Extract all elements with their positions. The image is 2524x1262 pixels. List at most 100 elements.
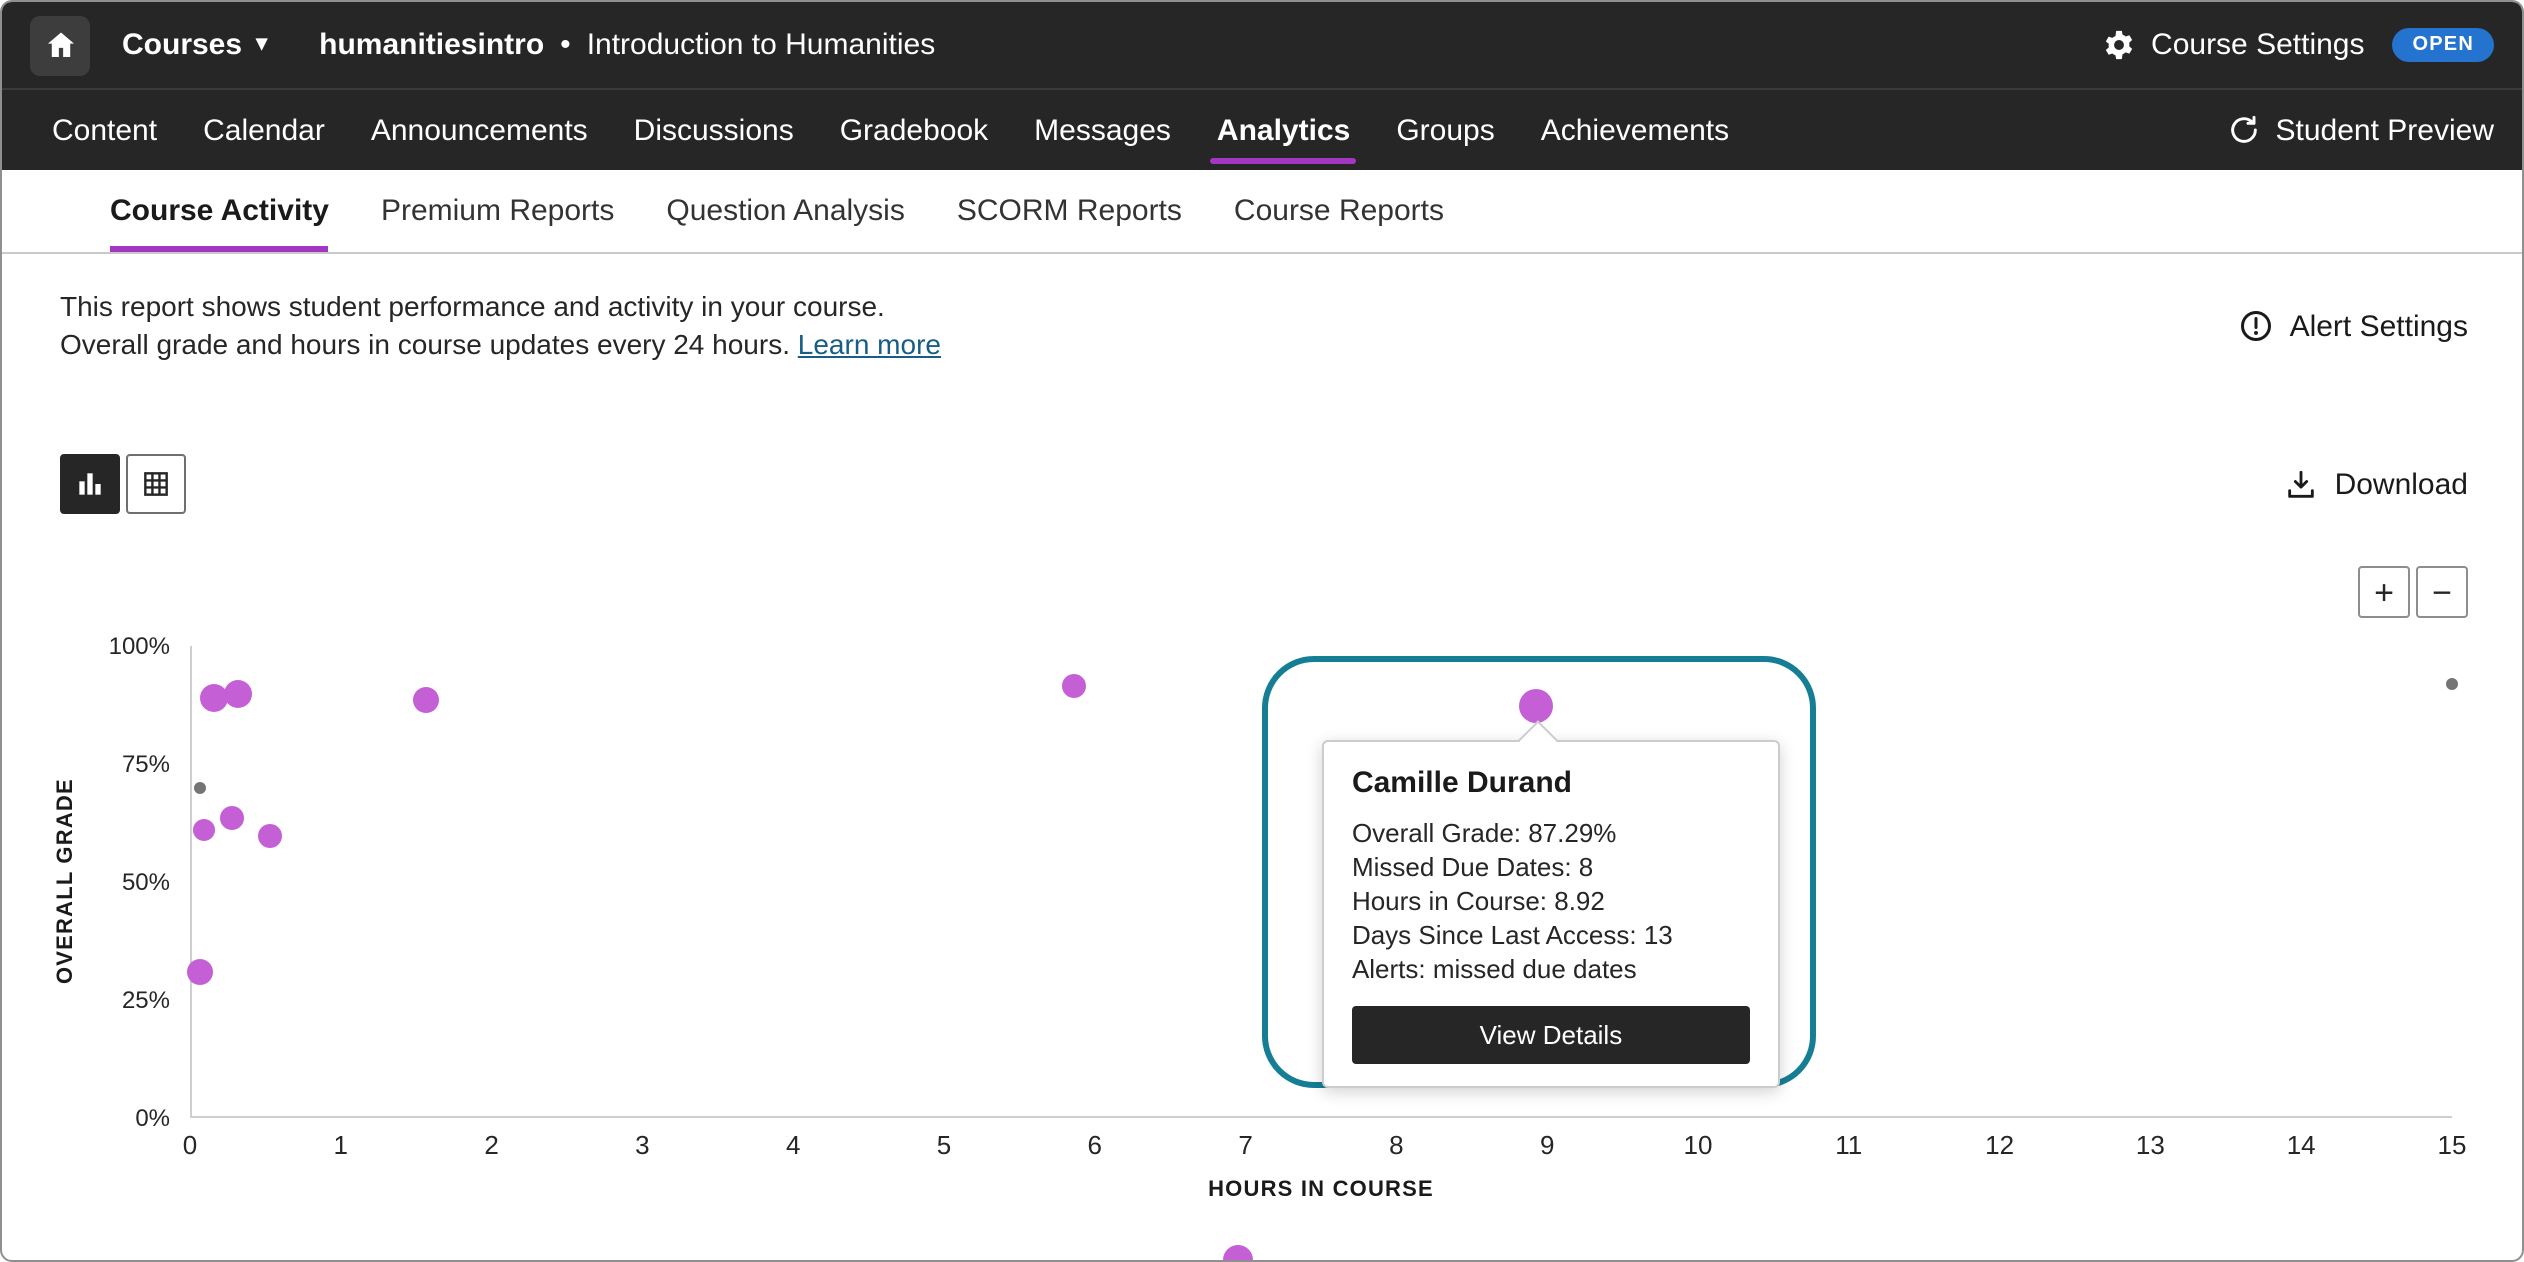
scatter-point[interactable] bbox=[258, 824, 282, 848]
y-tick-label: 25% bbox=[122, 986, 170, 1014]
home-icon bbox=[43, 28, 77, 62]
course-name: Introduction to Humanities bbox=[587, 28, 936, 62]
x-tick-label: 8 bbox=[1389, 1130, 1403, 1160]
scatter-point[interactable] bbox=[223, 679, 251, 707]
y-tick-label: 75% bbox=[122, 750, 170, 778]
chart-view-button[interactable] bbox=[60, 454, 120, 514]
scatter-point[interactable] bbox=[413, 687, 439, 713]
student-tooltip: Camille Durand Overall Grade: 87.29% Mis… bbox=[1322, 740, 1780, 1088]
nav-tabs: Content Calendar Announcements Discussio… bbox=[52, 90, 1729, 170]
x-tick-label: 5 bbox=[937, 1130, 951, 1160]
report-tabs: Course Activity Premium Reports Question… bbox=[2, 170, 2522, 254]
y-tick-label: 50% bbox=[122, 868, 170, 896]
tab-achievements[interactable]: Achievements bbox=[1541, 90, 1729, 170]
course-settings-button[interactable]: Course Settings bbox=[2101, 28, 2364, 62]
alert-settings-button[interactable]: Alert Settings bbox=[2238, 308, 2468, 344]
scatter-point[interactable] bbox=[194, 781, 206, 793]
tooltip-line-days-since-last-access: Days Since Last Access: 13 bbox=[1352, 918, 1750, 952]
breadcrumb-separator: • bbox=[560, 28, 571, 62]
plot-area: Camille Durand Overall Grade: 87.29% Mis… bbox=[190, 646, 2452, 1118]
description-line1: This report shows student performance an… bbox=[60, 288, 941, 326]
download-button[interactable]: Download bbox=[2285, 467, 2468, 501]
x-tick-label: 1 bbox=[334, 1130, 348, 1160]
x-tick-label: 4 bbox=[786, 1130, 800, 1160]
report-description: This report shows student performance an… bbox=[60, 288, 941, 364]
x-tick-label: 6 bbox=[1088, 1130, 1102, 1160]
tab-calendar[interactable]: Calendar bbox=[203, 90, 325, 170]
description-row: This report shows student performance an… bbox=[2, 254, 2522, 364]
scatter-point[interactable] bbox=[187, 960, 213, 986]
x-axis-ticks: 0123456789101112131415 bbox=[190, 1130, 2452, 1162]
download-icon bbox=[2285, 467, 2319, 501]
tooltip-line-overall-grade: Overall Grade: 87.29% bbox=[1352, 816, 1750, 850]
tooltip-line-alerts: Alerts: missed due dates bbox=[1352, 952, 1750, 986]
partial-scatter-point[interactable] bbox=[1223, 1245, 1253, 1262]
scatter-point[interactable] bbox=[1061, 674, 1085, 698]
view-toggle bbox=[60, 454, 186, 514]
x-tick-label: 2 bbox=[484, 1130, 498, 1160]
x-tick-label: 11 bbox=[1835, 1130, 1862, 1160]
tab-analytics[interactable]: Analytics bbox=[1217, 90, 1350, 170]
description-line2: Overall grade and hours in course update… bbox=[60, 326, 941, 364]
scatter-point[interactable] bbox=[2446, 678, 2458, 690]
tab-gradebook[interactable]: Gradebook bbox=[840, 90, 988, 170]
tab-announcements[interactable]: Announcements bbox=[371, 90, 588, 170]
x-tick-label: 12 bbox=[1985, 1130, 2014, 1160]
gear-icon bbox=[2101, 28, 2135, 62]
zoom-in-button[interactable]: + bbox=[2358, 566, 2410, 618]
tab-course-activity[interactable]: Course Activity bbox=[110, 170, 329, 252]
grid-icon bbox=[140, 468, 172, 500]
x-axis-label: HOURS IN COURSE bbox=[190, 1178, 2452, 1202]
alert-settings-label: Alert Settings bbox=[2290, 309, 2468, 343]
tab-question-analysis[interactable]: Question Analysis bbox=[666, 170, 904, 252]
tooltip-line-hours-in-course: Hours in Course: 8.92 bbox=[1352, 884, 1750, 918]
tab-course-reports[interactable]: Course Reports bbox=[1234, 170, 1444, 252]
tab-content[interactable]: Content bbox=[52, 90, 157, 170]
tooltip-student-name: Camille Durand bbox=[1352, 766, 1750, 800]
x-tick-label: 0 bbox=[183, 1130, 197, 1160]
y-tick-label: 0% bbox=[135, 1104, 170, 1132]
tab-groups[interactable]: Groups bbox=[1396, 90, 1494, 170]
alert-icon bbox=[2238, 308, 2274, 344]
course-id: humanitiesintro bbox=[319, 28, 544, 62]
tab-messages[interactable]: Messages bbox=[1034, 90, 1171, 170]
refresh-icon bbox=[2228, 114, 2260, 146]
scatter-point[interactable] bbox=[193, 818, 215, 840]
learn-more-link[interactable]: Learn more bbox=[798, 328, 941, 360]
student-preview-label: Student Preview bbox=[2276, 113, 2494, 147]
tooltip-line-missed-due-dates: Missed Due Dates: 8 bbox=[1352, 850, 1750, 884]
student-preview-button[interactable]: Student Preview bbox=[2228, 90, 2494, 170]
x-tick-label: 13 bbox=[2136, 1130, 2165, 1160]
courses-dropdown[interactable]: Courses ▾ bbox=[122, 28, 267, 62]
main-nav: Content Calendar Announcements Discussio… bbox=[2, 88, 2522, 170]
x-tick-label: 14 bbox=[2287, 1130, 2316, 1160]
zoom-out-button[interactable]: − bbox=[2416, 566, 2468, 618]
x-tick-label: 9 bbox=[1540, 1130, 1554, 1160]
table-view-button[interactable] bbox=[126, 454, 186, 514]
x-tick-label: 3 bbox=[635, 1130, 649, 1160]
y-axis-ticks: 0%25%50%75%100% bbox=[82, 646, 176, 1118]
chart-toolbar: Download bbox=[2, 364, 2522, 514]
tab-scorm-reports[interactable]: SCORM Reports bbox=[957, 170, 1182, 252]
open-badge[interactable]: OPEN bbox=[2393, 28, 2495, 62]
view-details-button[interactable]: View Details bbox=[1352, 1006, 1750, 1064]
breadcrumb: humanitiesintro • Introduction to Humani… bbox=[319, 28, 935, 62]
tab-discussions[interactable]: Discussions bbox=[634, 90, 794, 170]
scatter-point[interactable] bbox=[221, 806, 245, 830]
courses-label: Courses bbox=[122, 28, 242, 62]
chart-section: + − OVERALL GRADE 0% 25% 50% 75% 100% Camill… bbox=[2, 514, 2522, 1262]
y-axis-label: OVERALL GRADE bbox=[54, 646, 78, 1118]
description-line2-text: Overall grade and hours in course update… bbox=[60, 328, 790, 360]
x-tick-label: 10 bbox=[1684, 1130, 1713, 1160]
home-button[interactable] bbox=[30, 15, 90, 75]
download-label: Download bbox=[2335, 467, 2468, 501]
topbar-right: Course Settings OPEN bbox=[2101, 28, 2494, 62]
zoom-controls: + − bbox=[2358, 566, 2468, 618]
x-tick-label: 7 bbox=[1238, 1130, 1252, 1160]
bar-chart-icon bbox=[74, 468, 106, 500]
analytics-page: Courses ▾ humanitiesintro • Introduction… bbox=[0, 0, 2524, 1262]
course-settings-label: Course Settings bbox=[2151, 28, 2364, 62]
y-tick-label: 100% bbox=[109, 632, 170, 660]
x-tick-label: 15 bbox=[2438, 1130, 2467, 1160]
tab-premium-reports[interactable]: Premium Reports bbox=[381, 170, 614, 252]
